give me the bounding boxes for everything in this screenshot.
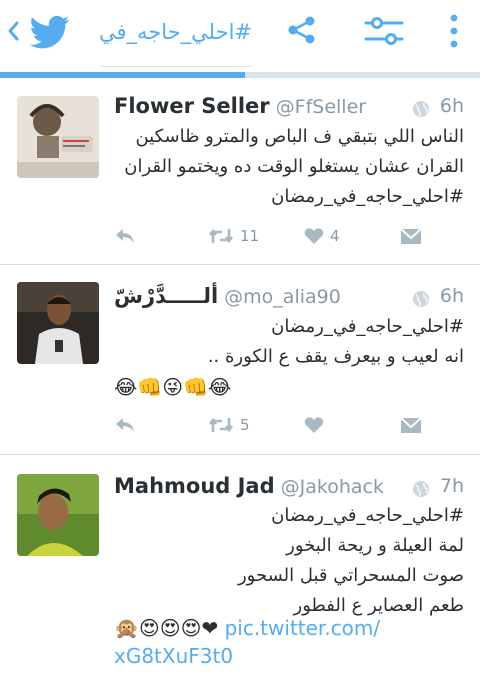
tweet-header: ألـــــدَّرْشّ @mo_alia90 6h — [114, 284, 464, 314]
twitter-bird-icon[interactable] — [26, 12, 74, 52]
tweet-time: 7h — [439, 475, 464, 497]
top-bar: #احلي_حاجه_في_ — [0, 0, 480, 80]
envelope-icon — [400, 228, 422, 244]
tweet-line: انه لعيب و بيعرف يقف ع الكورة .. — [207, 346, 464, 367]
share-icon[interactable] — [286, 14, 318, 46]
tweet-media-line: 🙊😍😍😍❤ pic.twitter.com/ — [114, 614, 464, 642]
tweet-line: صوت المسحراتي قبل السحور — [237, 565, 464, 586]
author-name[interactable]: Flower Seller — [114, 94, 270, 118]
loading-progress-fill — [0, 72, 245, 78]
author-handle[interactable]: @mo_alia90 — [224, 286, 341, 308]
tweet-emojis: 😂👊😜👊😂 — [114, 375, 232, 399]
retweet-count: 11 — [240, 227, 260, 245]
filter-settings-icon[interactable] — [364, 14, 404, 48]
tweet-actions: 11 4 — [114, 223, 464, 249]
heart-icon — [304, 417, 324, 433]
author-handle[interactable]: @FfSeller — [276, 96, 366, 118]
hashtag-link[interactable]: #احلي_حاجه_في_رمضان — [114, 501, 464, 531]
author-name[interactable]: Mahmoud Jad — [114, 474, 275, 498]
media-link[interactable]: pic.twitter.com/ — [225, 616, 381, 640]
retweet-count: 5 — [240, 416, 250, 434]
retweet-icon — [208, 417, 234, 433]
retweet-button[interactable]: 11 — [208, 223, 259, 249]
direct-message-button[interactable] — [400, 412, 422, 438]
reply-icon — [116, 418, 134, 432]
globe-icon — [413, 101, 429, 117]
tweet-actions: 5 — [114, 412, 464, 438]
heart-icon — [304, 228, 324, 244]
like-button[interactable]: 4 — [304, 223, 340, 249]
back-chevron-icon[interactable] — [6, 20, 20, 42]
tweet-time: 6h — [439, 95, 464, 117]
like-count: 4 — [330, 227, 340, 245]
media-link-continued[interactable]: xG8tXuF3t0 — [114, 642, 233, 670]
direct-message-button[interactable] — [400, 223, 422, 249]
avatar-image — [17, 282, 99, 364]
tweet-card[interactable]: Flower Seller @FfSeller 6h الناس اللي بتب… — [0, 80, 480, 265]
reply-button[interactable] — [114, 223, 136, 249]
author-handle[interactable]: @Jakohack — [281, 476, 384, 498]
author-name[interactable]: ألـــــدَّرْشّ — [114, 284, 218, 308]
more-options-icon[interactable] — [446, 12, 462, 52]
tweet-line: لمة العيلة و ريحة البخور — [286, 535, 464, 556]
tweet-text: #احلي_حاجه_في_رمضان لمة العيلة و ريحة ال… — [114, 501, 464, 621]
tweet-card[interactable]: Mahmoud Jad @Jakohack 7h #احلي_حاجه_في_رم… — [0, 454, 480, 683]
retweet-button[interactable]: 5 — [208, 412, 250, 438]
avatar[interactable] — [17, 282, 99, 364]
hashtag-link[interactable]: #احلي_حاجه_في_رمضان — [114, 312, 464, 342]
tweet-line: الناس اللي بتبقي ف الباص والمترو ظاسكين — [135, 126, 464, 147]
search-title[interactable]: #احلي_حاجه_في_ — [100, 14, 252, 58]
hashtag-link[interactable]: #احلي_حاجه_في_رمضان — [114, 182, 464, 212]
title-underline — [100, 66, 252, 67]
tweet-time: 6h — [439, 285, 464, 307]
avatar[interactable] — [17, 96, 99, 178]
tweet-line: القران عشان يستغلو الوقت ده ويختمو القرا… — [124, 156, 464, 177]
loading-progress-bar — [0, 72, 480, 78]
avatar[interactable] — [17, 474, 99, 556]
retweet-icon — [208, 228, 234, 244]
reply-icon — [116, 229, 134, 243]
avatar-image — [17, 474, 99, 556]
avatar-image — [17, 96, 99, 178]
tweet-header: Flower Seller @FfSeller 6h — [114, 94, 464, 124]
globe-icon — [413, 291, 429, 307]
globe-icon — [413, 481, 429, 497]
envelope-icon — [400, 417, 422, 433]
tweet-card[interactable]: ألـــــدَّرْشّ @mo_alia90 6h #احلي_حاجه_ف… — [0, 264, 480, 455]
tweet-header: Mahmoud Jad @Jakohack 7h — [114, 474, 464, 504]
tweet-text: #احلي_حاجه_في_رمضان انه لعيب و بيعرف يقف… — [114, 312, 464, 402]
like-button[interactable] — [304, 412, 330, 438]
reply-button[interactable] — [114, 412, 136, 438]
tweet-emojis: 🙊😍😍😍❤ — [114, 616, 219, 640]
tweet-text: الناس اللي بتبقي ف الباص والمترو ظاسكين … — [114, 122, 464, 212]
